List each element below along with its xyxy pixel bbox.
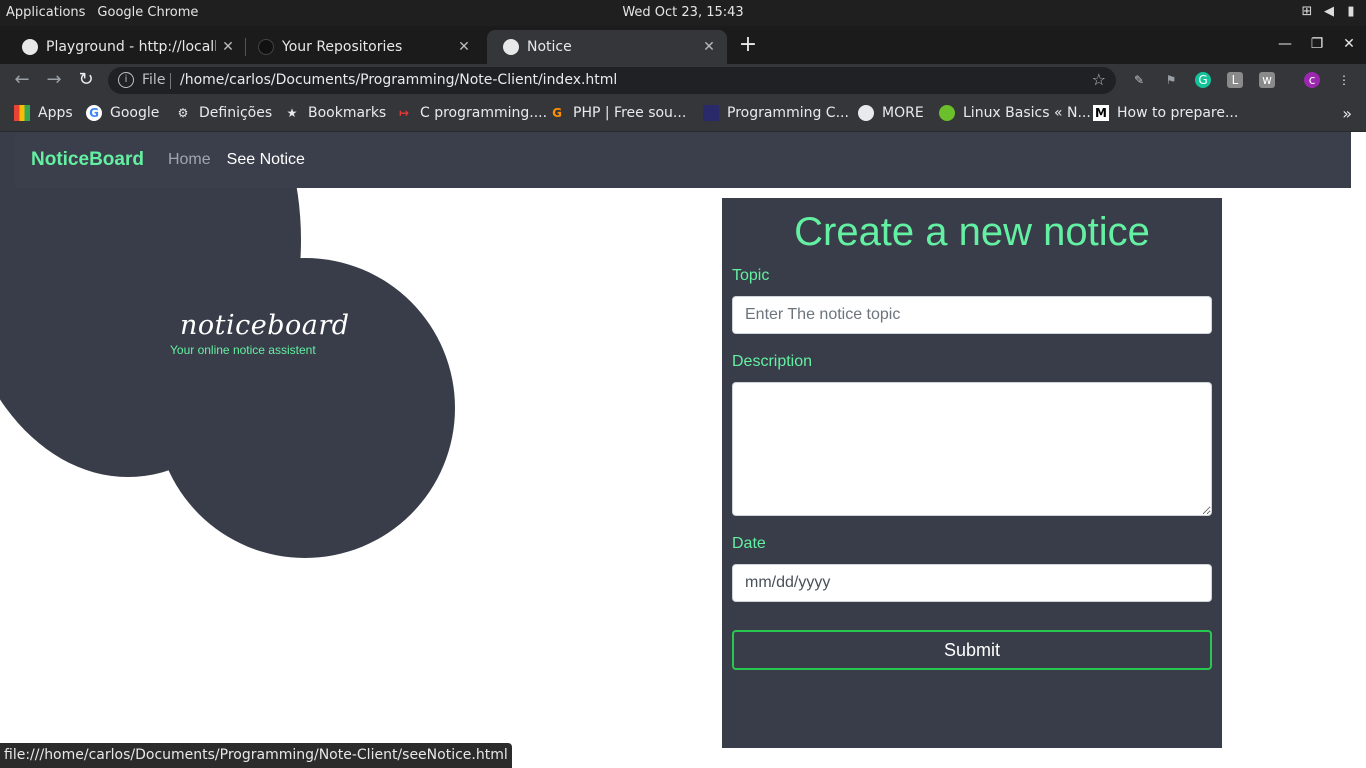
tab-your-repositories[interactable]: Your Repositories ✕ <box>242 30 482 64</box>
maximize-icon[interactable]: ❐ <box>1308 36 1326 52</box>
close-icon[interactable]: ✕ <box>216 39 240 55</box>
os-top-bar: Applications Google Chrome Wed Oct 23, 1… <box>0 0 1366 26</box>
close-icon[interactable]: ✕ <box>452 39 476 55</box>
php-icon: G <box>552 106 562 120</box>
address-bar[interactable]: i File /home/carlos/Documents/Programmin… <box>108 67 1116 94</box>
tab-label: Your Repositories <box>282 39 403 55</box>
date-input[interactable]: mm/dd/yyyy <box>732 564 1212 602</box>
description-label: Description <box>732 353 813 370</box>
bookmark-label: Linux Basics « N... <box>963 105 1091 121</box>
info-icon[interactable]: i <box>118 72 134 88</box>
bookmark-bookmarks[interactable]: ★ Bookmarks <box>284 105 387 121</box>
tab-label: Playground - http://localho <box>46 39 216 55</box>
menu-kebab-icon[interactable]: ⋮ <box>1336 72 1352 88</box>
bookmark-label: Apps <box>38 105 73 121</box>
new-tab-button[interactable]: + <box>736 33 760 57</box>
bookmark-c-programming[interactable]: ↦ C programming.... <box>396 105 547 121</box>
volume-muted-icon[interactable]: ◀ <box>1322 4 1336 20</box>
github-icon <box>258 39 274 55</box>
tab-label: Notice <box>527 39 572 55</box>
brand-link[interactable]: NoticeBoard <box>31 149 144 171</box>
bookmark-label: C programming.... <box>420 105 548 121</box>
applications-menu[interactable]: Applications <box>6 5 85 20</box>
bookmark-apps[interactable]: Apps <box>14 105 73 121</box>
nav-see-notice-link[interactable]: See Notice <box>227 151 305 169</box>
bookmark-php[interactable]: G PHP | Free sou... <box>549 105 686 121</box>
c-icon: ↦ <box>398 106 410 120</box>
globe-icon <box>503 39 519 55</box>
google-icon: G <box>86 105 102 121</box>
gear-icon: ⚙ <box>177 106 189 120</box>
topic-input[interactable] <box>732 296 1212 334</box>
profile-avatar[interactable]: c <box>1304 72 1320 88</box>
close-icon[interactable]: ✕ <box>697 39 721 55</box>
bookmarks-bar: Apps G Google ⚙ Definições ★ Bookmarks ↦… <box>0 96 1366 132</box>
bookmark-google[interactable]: G Google <box>86 105 159 121</box>
site-navbar: NoticeBoard Home See Notice <box>15 132 1351 188</box>
close-window-icon[interactable]: ✕ <box>1340 36 1358 52</box>
bookmark-more[interactable]: MORE <box>858 105 924 121</box>
minimize-icon[interactable]: — <box>1276 36 1294 52</box>
description-textarea[interactable] <box>732 382 1212 516</box>
url-scheme-label: File <box>142 72 166 88</box>
globe-icon <box>22 39 38 55</box>
medium-icon: M <box>1093 105 1109 121</box>
chevron-double-right-icon[interactable]: » <box>1342 104 1352 123</box>
nav-home-link[interactable]: Home <box>168 151 211 169</box>
logo-tagline: Your online notice assistent <box>170 343 316 357</box>
bookmark-extension-icon[interactable]: ⚑ <box>1163 72 1179 88</box>
pen-extension-icon[interactable]: ✎ <box>1131 72 1147 88</box>
tab-strip: Playground - http://localho ✕ Your Repos… <box>0 26 1366 64</box>
link-status-bubble: file:///home/carlos/Documents/Programmin… <box>0 743 512 768</box>
star-icon: ★ <box>286 106 298 120</box>
bookmark-label: Bookmarks <box>308 105 387 121</box>
bookmark-label: Programming C... <box>727 105 849 121</box>
forward-arrow-icon[interactable]: → <box>43 69 65 91</box>
globe-icon <box>858 105 874 121</box>
date-input-value: mm/dd/yyyy <box>745 574 831 591</box>
bookmark-star-icon[interactable]: ☆ <box>1092 70 1106 89</box>
date-label: Date <box>732 535 766 552</box>
apps-grid-icon <box>14 105 30 121</box>
network-icon[interactable]: ⊞ <box>1300 4 1314 20</box>
decorative-circle-small <box>155 258 455 558</box>
bookmark-programming-c[interactable]: Programming C... <box>703 105 849 121</box>
bookmark-how-to-prepare[interactable]: M How to prepare... <box>1093 105 1238 121</box>
back-arrow-icon[interactable]: ← <box>11 69 33 91</box>
reload-icon[interactable]: ↻ <box>75 69 97 91</box>
omnibox-divider <box>170 73 171 89</box>
noticeboard-logo: noticeboard <box>180 310 350 341</box>
grammarly-icon[interactable]: G <box>1195 72 1211 88</box>
bookmark-linux-basics[interactable]: Linux Basics « N... <box>939 105 1091 121</box>
linux-icon <box>939 105 955 121</box>
w-extension-icon[interactable]: w <box>1259 72 1275 88</box>
bookmark-definicoes[interactable]: ⚙ Definições <box>175 105 273 121</box>
active-app-menu[interactable]: Google Chrome <box>97 5 198 20</box>
browser-toolbar: ← → ↻ i File /home/carlos/Documents/Prog… <box>0 64 1366 96</box>
bookmark-label: Definições <box>199 105 273 121</box>
bookmark-label: How to prepare... <box>1117 105 1239 121</box>
clock[interactable]: Wed Oct 23, 15:43 <box>622 5 743 20</box>
form-title: Create a new notice <box>794 210 1150 254</box>
bookmark-label: MORE <box>882 105 924 121</box>
topic-label: Topic <box>732 267 770 284</box>
submit-button[interactable]: Submit <box>732 630 1212 670</box>
page-viewport: NoticeBoard Home See Notice noticeboard … <box>0 132 1366 768</box>
bookmark-label: PHP | Free sou... <box>573 105 687 121</box>
create-notice-form: Create a new notice Topic Description Da… <box>722 198 1222 748</box>
battery-icon[interactable]: ▮ <box>1344 4 1358 20</box>
l-extension-icon[interactable]: L <box>1227 72 1243 88</box>
url-text[interactable]: /home/carlos/Documents/Programming/Note-… <box>180 72 617 88</box>
bookmark-icon <box>703 105 719 121</box>
tab-notice[interactable]: Notice ✕ <box>487 30 727 64</box>
tab-playground[interactable]: Playground - http://localho ✕ <box>6 30 246 64</box>
window-controls: — ❐ ✕ <box>1276 36 1358 52</box>
bookmark-label: Google <box>110 105 160 121</box>
